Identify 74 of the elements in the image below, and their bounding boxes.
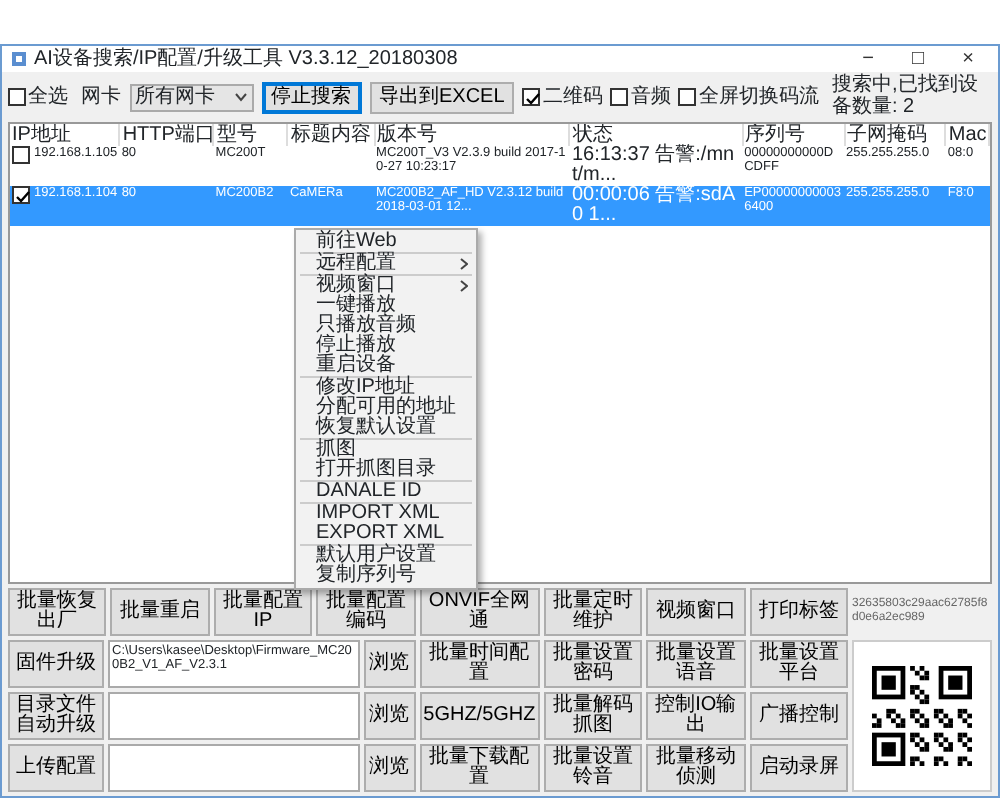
batch-button[interactable]: 批量恢复出厂 [8,588,107,636]
batch-button[interactable]: 批量配置IP [213,588,313,636]
menu-item[interactable]: 打开抓图目录 [295,460,476,480]
checkbox[interactable] [12,146,30,164]
menu-item[interactable]: 默认用户设置 [295,546,476,566]
window-control-button[interactable]: □ [896,49,940,69]
batch-button[interactable]: 批量下载配置 [419,744,540,792]
upload-button[interactable]: 目录文件自动升级 [8,692,104,740]
checkbox[interactable] [610,88,629,106]
menu-item[interactable]: 重启设备 [295,356,476,376]
batch-button[interactable]: 广播控制 [749,692,848,740]
batch-button[interactable]: 打印标签 [749,588,848,636]
adapter-label: 网卡 [81,83,121,112]
menu-item[interactable]: 前往Web [295,232,476,252]
batch-button[interactable]: 批量重启 [110,588,210,636]
batch-button[interactable]: 视频窗口 [646,588,746,636]
menu-item[interactable]: DANALE ID [295,482,476,502]
menu-item[interactable]: 只播放音频 [295,316,476,336]
menu-item[interactable]: 分配可用的地址 [295,398,476,418]
batch-button[interactable]: 批量时间配置 [419,640,540,688]
menu-item[interactable]: 远程配置 [295,254,476,274]
window-control-button[interactable]: × [946,49,990,69]
path-field[interactable] [108,744,360,792]
qr-code [871,666,972,766]
menu-item[interactable]: 停止播放 [295,336,476,356]
batch-button[interactable]: 批量设置平台 [749,640,848,688]
browse-button[interactable]: 浏览 [363,744,416,792]
batch-button[interactable]: 批量设置密码 [543,640,643,688]
column-header[interactable]: 版本号 [377,124,438,146]
table-cell: 16:13:37 告警:/mnt/m... [571,144,735,186]
checkbox[interactable] [12,186,30,204]
column-header[interactable]: 型号 [216,124,257,146]
menu-item[interactable]: 修改IP地址 [295,378,476,398]
search-status: 搜索中,已找到设备数量: 2 [832,76,980,118]
menu-item[interactable]: IMPORT XML [295,504,476,524]
path-field[interactable] [108,692,360,740]
batch-button[interactable]: 批量设置语音 [646,640,746,688]
checkbox-label: 全选 [28,83,68,112]
batch-button[interactable]: 启动录屏 [749,744,848,792]
menu-item[interactable]: 抓图 [295,440,476,460]
adapter-dropdown[interactable]: 所有网卡 [129,83,253,111]
browse-button[interactable]: 浏览 [363,692,416,740]
window-title: AI设备搜索/IP配置/升级工具 V3.3.12_20180308 [34,49,460,69]
checkbox[interactable] [522,88,541,106]
checkbox-label: 音频 [630,83,671,112]
batch-button[interactable]: ONVIF全网通 [419,588,540,636]
window-control-button[interactable]: − [846,49,890,69]
column-header[interactable]: Mac [948,124,987,146]
upload-button[interactable]: 固件升级 [8,640,104,688]
upload-button[interactable]: 上传配置 [8,744,104,792]
batch-button[interactable]: 批量定时维护 [543,588,643,636]
batch-button[interactable]: 5GHZ/5GHZ [419,692,540,740]
menu-item[interactable]: 一键播放 [295,296,476,316]
batch-button[interactable]: 批量移动侦测 [646,744,746,792]
checkbox[interactable] [678,88,697,106]
menu-item[interactable]: 恢复默认设置 [295,418,476,438]
batch-button[interactable]: 批量配置编码 [316,588,416,636]
menu-item[interactable]: 视频窗口 [295,276,476,296]
toolbar-button[interactable]: 停止搜索 [261,81,361,113]
batch-button[interactable]: 批量设置铃音 [543,744,643,792]
checkbox-label: 全屏切换码流 [698,83,819,112]
checkbox-label: 二维码 [542,83,603,112]
checkbox[interactable] [8,88,26,106]
toolbar-button[interactable]: 导出到EXCEL [369,81,515,113]
column-header[interactable]: 子网掩码 [847,124,927,146]
menu-item[interactable]: EXPORT XML [295,524,476,544]
caret-icon [233,92,247,102]
column-header[interactable]: 状态 [572,124,613,146]
column-header[interactable]: HTTP端口 [122,124,212,146]
browse-button[interactable]: 浏览 [363,640,416,688]
batch-button[interactable]: 控制IO输出 [646,692,746,740]
column-header[interactable]: IP地址 [12,124,71,146]
menu-item[interactable]: 复制序列号 [295,566,476,586]
batch-button[interactable]: 批量解码抓图 [543,692,643,740]
